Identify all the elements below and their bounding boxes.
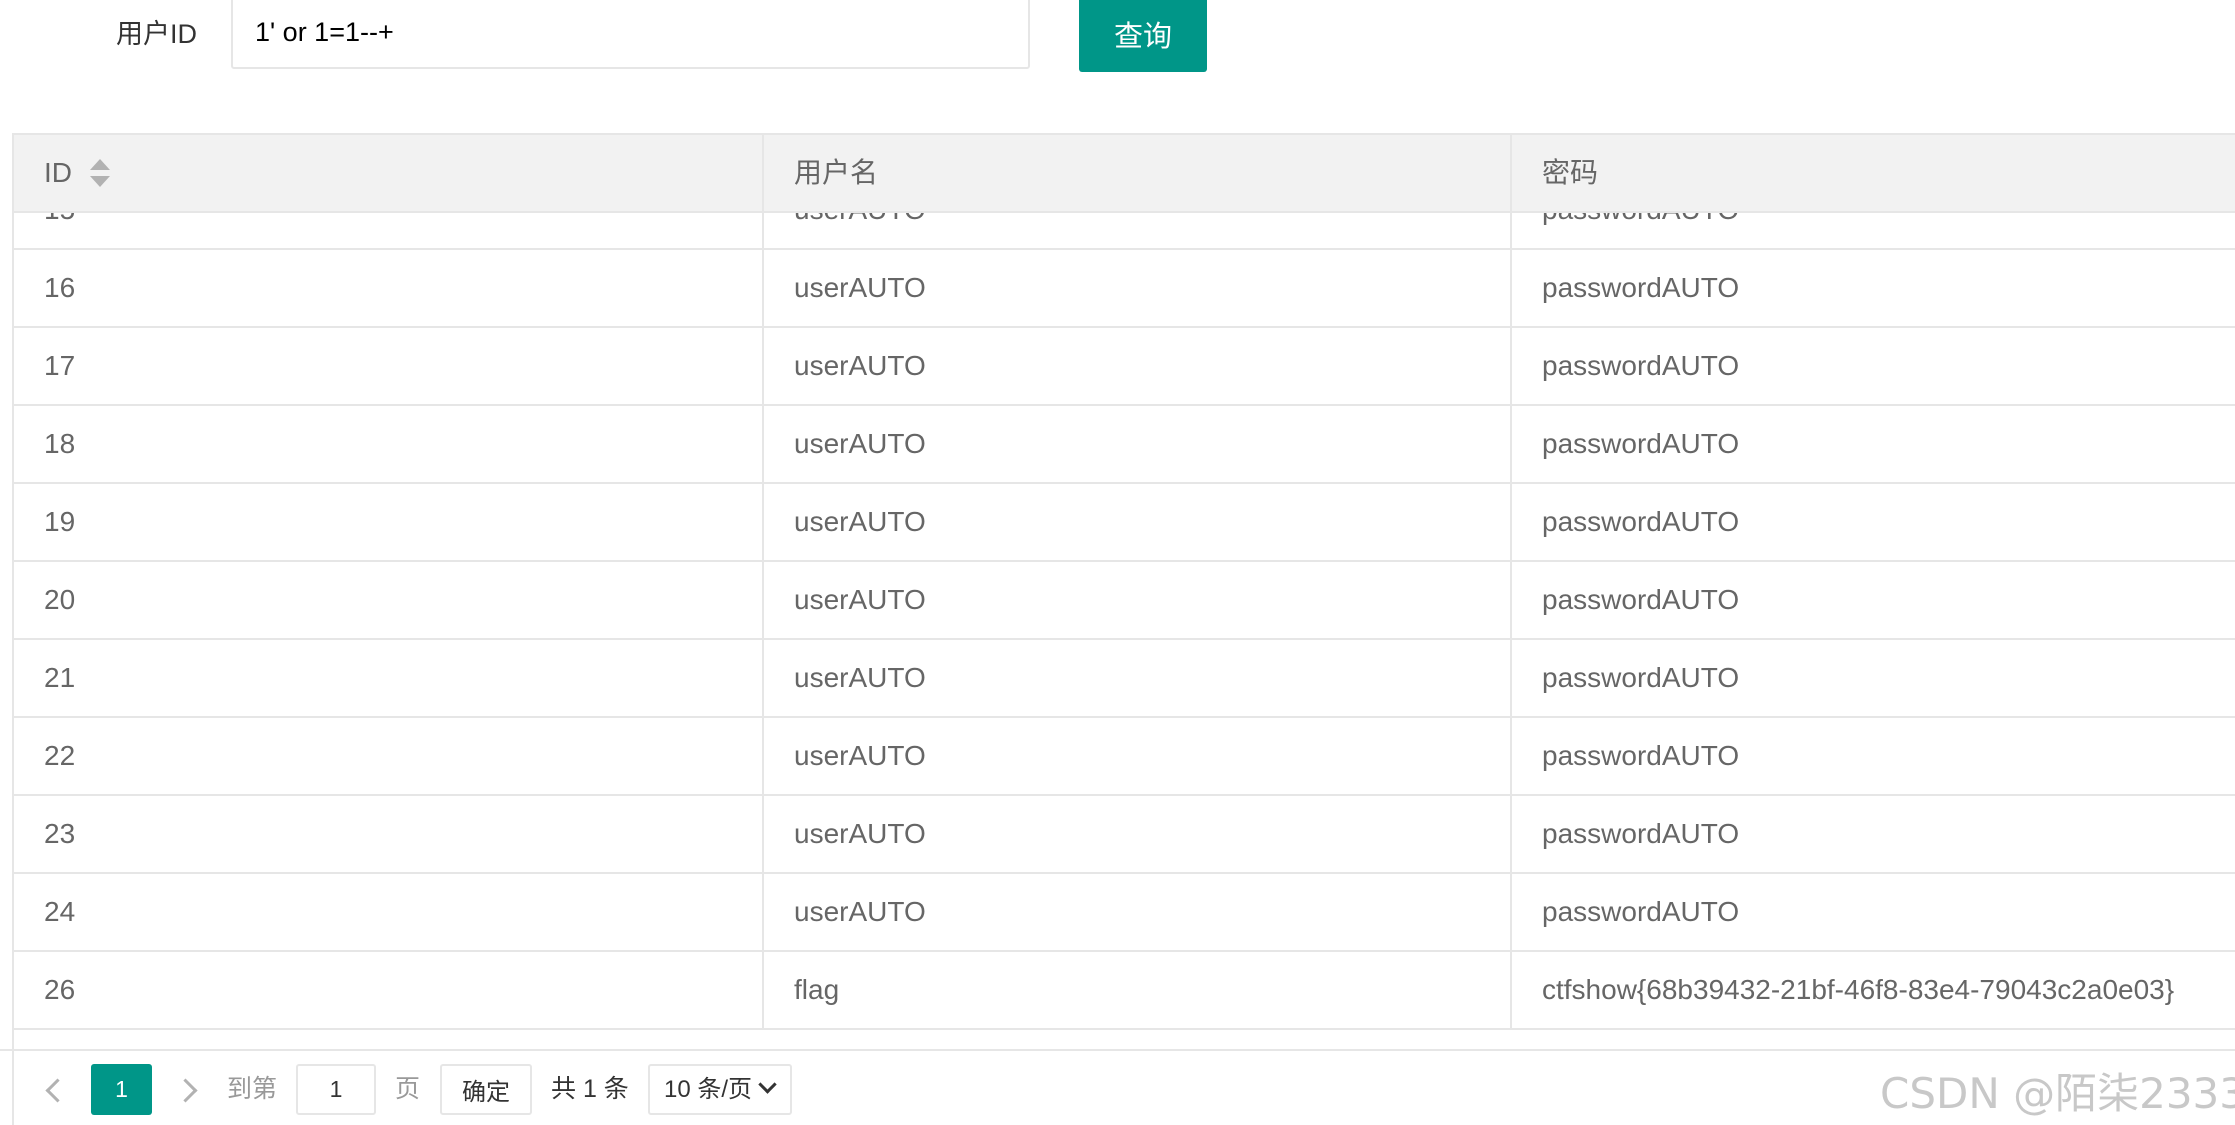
total-count: 共 1 条 [551, 1075, 629, 1103]
chevron-down-icon [758, 1075, 777, 1094]
table-row[interactable]: 16 userAUTO passwordAUTO [14, 250, 2235, 328]
goto-label: 到第 [227, 1075, 278, 1103]
column-header-username: 用户名 [762, 135, 1510, 211]
cell-password: passwordAUTO [1510, 328, 2235, 404]
cell-id: 19 [44, 506, 76, 537]
table-row[interactable]: 18 userAUTO passwordAUTO [14, 406, 2235, 484]
user-id-input[interactable] [231, 0, 1030, 69]
cell-password: passwordAUTO [1510, 562, 2235, 638]
table-row[interactable]: 24 userAUTO passwordAUTO [14, 874, 2235, 952]
query-button[interactable]: 查询 [1079, 0, 1207, 72]
cell-password: passwordAUTO [1510, 250, 2235, 326]
cell-username: userAUTO [762, 874, 1510, 950]
page-1-button[interactable]: 1 [91, 1064, 152, 1115]
cell-id: 16 [44, 272, 76, 303]
table-row[interactable]: 21 userAUTO passwordAUTO [14, 640, 2235, 718]
table-row[interactable]: 22 userAUTO passwordAUTO [14, 718, 2235, 796]
page: 用户ID 查询 ID 用户名 密码 15userAUTOpasswordAUTO… [0, 0, 2235, 1125]
user-id-label: 用户ID [116, 19, 197, 49]
goto-page-input[interactable] [296, 1064, 376, 1115]
cell-id: 26 [44, 974, 76, 1005]
cell-password: passwordAUTO [1510, 640, 2235, 716]
page-size-select[interactable]: 10 条/页 [648, 1064, 792, 1115]
table-body[interactable]: 15userAUTOpasswordAUTO16userAUTOpassword… [14, 213, 2235, 1048]
table-row[interactable]: 15userAUTOpasswordAUTO [14, 213, 2235, 250]
cell-username: userAUTO [762, 328, 1510, 404]
cell-password: passwordAUTO [1510, 718, 2235, 794]
table-rows: 15userAUTOpasswordAUTO16userAUTOpassword… [14, 213, 2235, 1030]
cell-username: userAUTO [762, 718, 1510, 794]
cell-password: passwordAUTO [1510, 484, 2235, 560]
cell-username: flag [762, 952, 1510, 1028]
column-header-password: 密码 [1510, 135, 2235, 211]
chevron-left-icon [44, 1078, 70, 1103]
table-header: ID 用户名 密码 [14, 135, 2235, 213]
prev-page-button[interactable] [34, 1064, 74, 1114]
cell-password: passwordAUTO [1510, 213, 2235, 248]
next-page-button[interactable] [168, 1064, 208, 1114]
cell-username: userAUTO [762, 250, 1510, 326]
table-row[interactable]: 20 userAUTO passwordAUTO [14, 562, 2235, 640]
confirm-button[interactable]: 确定 [440, 1064, 532, 1115]
page-suffix-label: 页 [395, 1075, 421, 1103]
cell-id: 15 [14, 213, 762, 248]
cell-username: userAUTO [762, 406, 1510, 482]
data-table: ID 用户名 密码 15userAUTOpasswordAUTO16userAU… [12, 133, 2235, 1125]
cell-id: 24 [44, 896, 76, 927]
chevron-right-icon [172, 1078, 198, 1103]
column-header-id[interactable]: ID [14, 135, 762, 211]
cell-id: 22 [44, 740, 76, 771]
cell-id: 20 [44, 584, 76, 615]
cell-password: passwordAUTO [1510, 406, 2235, 482]
page-size-label: 10 条/页 [664, 1076, 753, 1103]
cell-id: 17 [44, 350, 76, 381]
table-row[interactable]: 17 userAUTO passwordAUTO [14, 328, 2235, 406]
cell-id: 18 [44, 428, 76, 459]
cell-id: 21 [44, 662, 76, 693]
cell-password: passwordAUTO [1510, 796, 2235, 872]
cell-id: 23 [44, 818, 76, 849]
sort-icon[interactable] [90, 158, 110, 187]
table-row[interactable]: 19 userAUTO passwordAUTO [14, 484, 2235, 562]
cell-password: passwordAUTO [1510, 874, 2235, 950]
column-header-id-label: ID [44, 157, 72, 188]
table-row[interactable]: 26 flag ctfshow{68b39432-21bf-46f8-83e4-79… [14, 952, 2235, 1030]
watermark: CSDN @陌柒2333 [1880, 1069, 2235, 1118]
cell-username: userAUTO [762, 796, 1510, 872]
table-row[interactable]: 23 userAUTO passwordAUTO [14, 796, 2235, 874]
cell-username: userAUTO [762, 562, 1510, 638]
cell-username: userAUTO [762, 640, 1510, 716]
cell-password: ctfshow{68b39432-21bf-46f8-83e4-79043c2a… [1510, 952, 2235, 1028]
cell-username: userAUTO [762, 484, 1510, 560]
search-bar: 用户ID 查询 [0, 0, 2235, 73]
cell-username: userAUTO [762, 213, 1510, 248]
